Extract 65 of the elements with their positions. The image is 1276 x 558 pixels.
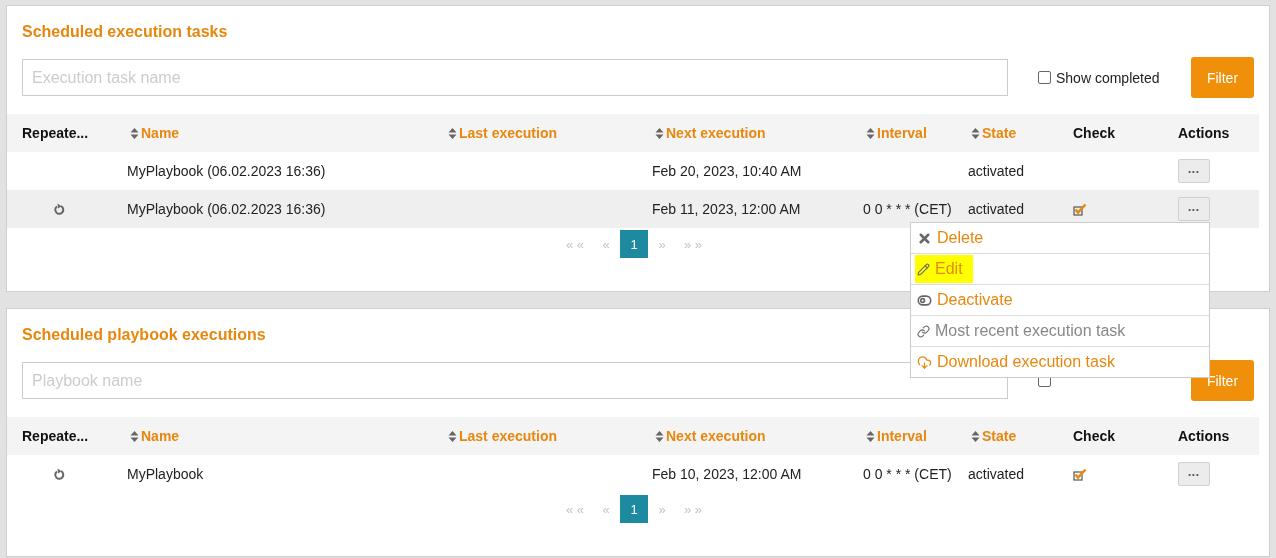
table-cell: 0 0 * * * (CET): [863, 466, 952, 482]
table-cell: 0 0 * * * (CET): [863, 201, 952, 217]
page-link[interactable]: « «: [557, 495, 592, 523]
sort-icon: [866, 126, 875, 140]
column-header[interactable]: Name: [141, 428, 180, 444]
panel-title: Scheduled execution tasks: [22, 23, 228, 41]
sort-icon: [130, 126, 139, 140]
column-header[interactable]: Interval: [877, 428, 927, 444]
checkbox[interactable]: [1038, 71, 1051, 84]
column-header[interactable]: Next execution: [666, 428, 766, 444]
repeat-icon: [54, 203, 65, 215]
page-link[interactable]: «: [592, 230, 620, 258]
panel-title: Scheduled playbook executions: [22, 326, 266, 344]
table-cell-text: MyPlaybook (06.02.2023 16:36): [127, 201, 327, 217]
more-button[interactable]: •••: [1178, 462, 1210, 486]
page-link[interactable]: » »: [676, 495, 711, 523]
column-header[interactable]: Name: [141, 125, 180, 141]
checkbox-label: Show completed: [1056, 69, 1160, 86]
page-link[interactable]: 1: [620, 495, 648, 523]
sort-icon: [448, 126, 457, 140]
table-cell-text: Feb 11, 2023, 12:00 AM: [652, 201, 802, 217]
cloud-download-icon: [917, 354, 932, 370]
page-link[interactable]: « «: [557, 230, 592, 258]
pencil-icon: [917, 262, 930, 276]
table-cell-text: activated: [968, 163, 1026, 179]
sort-icon: [971, 429, 980, 443]
menu-item[interactable]: Edit: [915, 255, 973, 283]
column-header[interactable]: Interval: [877, 125, 927, 141]
column-header: Actions: [1178, 428, 1230, 444]
table-cell-text: Feb 10, 2023, 12:00 AM: [652, 466, 803, 482]
column-header: Repeate...: [22, 125, 89, 141]
column-header: Check: [1073, 428, 1116, 444]
link-icon: [917, 324, 930, 338]
column-header[interactable]: Last execution: [459, 125, 558, 141]
more-button[interactable]: •••: [1178, 197, 1210, 221]
repeat-icon: [54, 468, 65, 480]
filter-button[interactable]: Filter: [1191, 57, 1254, 98]
table-cell-text: Feb 20, 2023, 10:40 AM: [652, 163, 803, 179]
column-header: Repeate...: [22, 428, 89, 444]
page-link[interactable]: » »: [676, 230, 711, 258]
sort-icon: [655, 126, 664, 140]
sort-icon: [971, 126, 980, 140]
table-cell-text: MyPlaybook (06.02.2023 16:36): [127, 163, 327, 179]
close-icon: [917, 230, 932, 246]
sort-icon: [866, 429, 875, 443]
menu-item[interactable]: Deactivate: [915, 286, 1023, 314]
column-header: Check: [1073, 125, 1116, 141]
sort-icon: [655, 429, 664, 443]
menu-item[interactable]: Delete: [915, 224, 994, 252]
table-cell-text: activated: [968, 466, 1026, 482]
column-header[interactable]: Next execution: [666, 125, 766, 141]
page-link[interactable]: »: [648, 230, 676, 258]
page-link[interactable]: 1: [620, 230, 648, 258]
page-link[interactable]: »: [648, 495, 676, 523]
sort-icon: [448, 429, 457, 443]
page-link[interactable]: «: [592, 495, 620, 523]
toggle-icon: [917, 292, 932, 308]
more-button[interactable]: •••: [1178, 159, 1210, 183]
column-header[interactable]: State: [982, 125, 1017, 141]
column-header[interactable]: State: [982, 428, 1017, 444]
table-cell-text: MyPlaybook: [127, 466, 205, 482]
table-cell-text: activated: [968, 201, 1026, 217]
sort-icon: [130, 429, 139, 443]
column-header[interactable]: Last execution: [459, 428, 558, 444]
column-header: Actions: [1178, 125, 1230, 141]
